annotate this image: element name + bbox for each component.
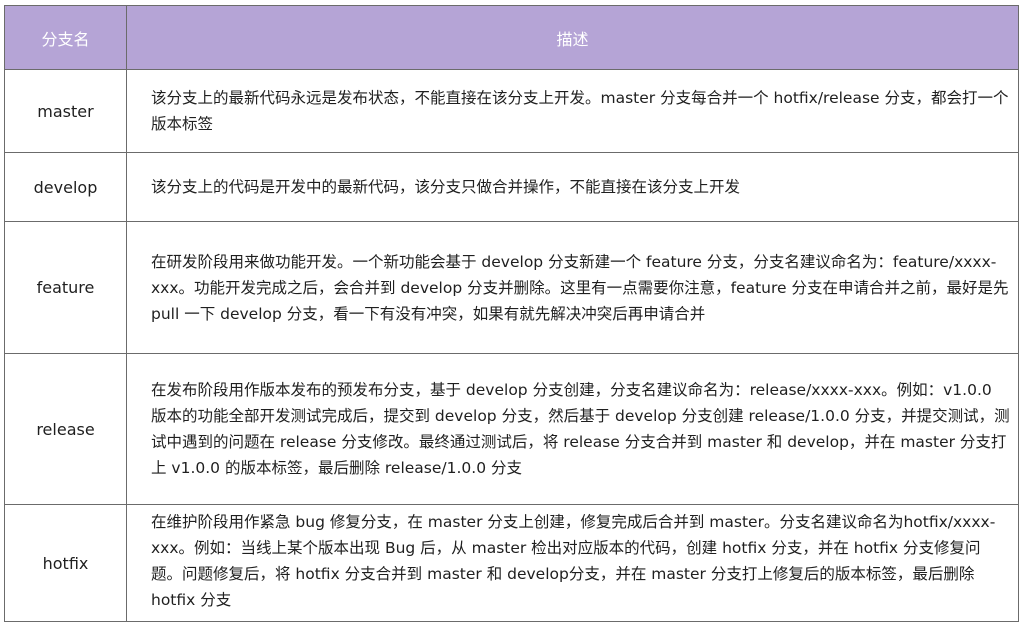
header-branch-name: 分支名 (4, 5, 127, 70)
table-row: develop 该分支上的代码是开发中的最新代码，该分支只做合并操作，不能直接在… (4, 152, 1019, 222)
table-header-row: 分支名 描述 (4, 5, 1019, 70)
table-row: release 在发布阶段用作版本发布的预发布分支，基于 develop 分支创… (4, 353, 1019, 505)
table-row: master 该分支上的最新代码永远是发布状态，不能直接在该分支上开发。mast… (4, 69, 1019, 153)
branch-table: 分支名 描述 master 该分支上的最新代码永远是发布状态，不能直接在该分支上… (4, 5, 1019, 622)
branch-name-cell: develop (4, 152, 127, 222)
branch-description-cell: 在维护阶段用作紧急 bug 修复分支，在 master 分支上创建，修复完成后合… (126, 504, 1019, 622)
branch-name-cell: feature (4, 221, 127, 354)
branch-description-cell: 该分支上的最新代码永远是发布状态，不能直接在该分支上开发。master 分支每合… (126, 69, 1019, 153)
branch-name-cell: hotfix (4, 504, 127, 622)
branch-description-cell: 在研发阶段用来做功能开发。一个新功能会基于 develop 分支新建一个 fea… (126, 221, 1019, 354)
header-description: 描述 (126, 5, 1019, 70)
table-row: feature 在研发阶段用来做功能开发。一个新功能会基于 develop 分支… (4, 221, 1019, 354)
branch-name-cell: release (4, 353, 127, 505)
branch-description-cell: 在发布阶段用作版本发布的预发布分支，基于 develop 分支创建，分支名建议命… (126, 353, 1019, 505)
table-row: hotfix 在维护阶段用作紧急 bug 修复分支，在 master 分支上创建… (4, 504, 1019, 622)
branch-name-cell: master (4, 69, 127, 153)
branch-description-cell: 该分支上的代码是开发中的最新代码，该分支只做合并操作，不能直接在该分支上开发 (126, 152, 1019, 222)
